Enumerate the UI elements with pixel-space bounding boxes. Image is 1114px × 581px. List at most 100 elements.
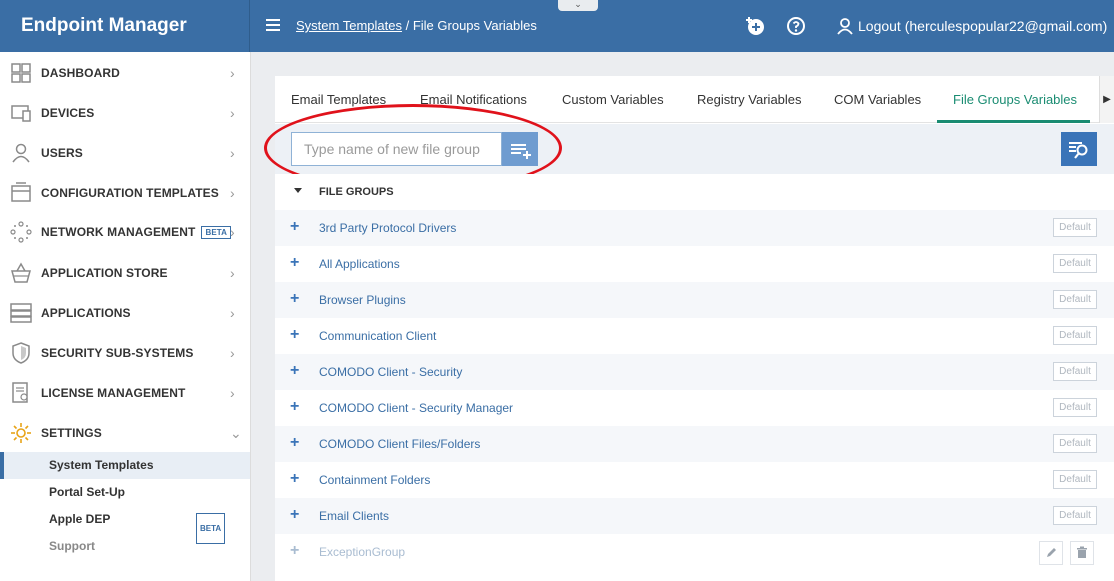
delete-button[interactable] [1070,541,1094,565]
table-row[interactable]: + COMODO Client Files/Folders Default [275,426,1114,462]
sidebar-item-label: SECURITY SUB-SYSTEMS [41,346,194,360]
tab-scroll-right-icon[interactable]: ▶ [1099,76,1114,123]
pencil-icon [1047,548,1056,557]
menu-toggle-icon[interactable] [266,19,280,31]
expand-plus-icon[interactable]: + [290,291,299,307]
table-row[interactable]: + Email Clients Default [275,498,1114,534]
chevron-right-icon: › [230,385,235,401]
file-group-name[interactable]: 3rd Party Protocol Drivers [319,221,456,235]
sidebar-item-applications[interactable]: APPLICATIONS › [0,293,250,333]
file-groups-header[interactable]: FILE GROUPS [275,174,1114,210]
sidebar-subitem-apple-dep[interactable]: Apple DEP BETA [0,506,250,544]
sidebar-item-network-management[interactable]: NETWORK MANAGEMENT BETA › [0,212,250,252]
tab-registry-variables[interactable]: Registry Variables [697,92,802,107]
sidebar-item-label: USERS [41,146,83,160]
network-icon [10,221,32,243]
sidebar-item-license-management[interactable]: LICENSE MANAGEMENT › [0,373,250,413]
license-icon [12,382,28,403]
expand-plus-icon[interactable]: + [290,471,299,487]
top-header: Endpoint Manager System Templates / File… [0,0,1114,52]
gear-icon [11,423,31,443]
logout-link[interactable]: Logout (herculespopular22@gmail.com) [836,17,1107,35]
sidebar-item-users[interactable]: USERS › [0,133,250,173]
file-group-name[interactable]: ExceptionGroup [319,545,405,559]
expand-plus-icon[interactable]: + [290,219,299,235]
applications-icon [10,303,32,323]
default-badge: Default [1053,506,1097,525]
file-group-name[interactable]: Containment Folders [319,473,430,487]
default-badge: Default [1053,326,1097,345]
tab-file-groups-variables[interactable]: File Groups Variables [953,92,1077,107]
expand-plus-icon[interactable]: + [290,255,299,271]
expand-plus-icon[interactable]: + [290,363,299,379]
breadcrumb: System Templates / File Groups Variables [296,18,537,33]
file-group-name[interactable]: COMODO Client - Security Manager [319,401,513,415]
chevron-right-icon: › [230,224,235,240]
user-icon [837,18,853,35]
search-list-icon [1069,142,1088,159]
logout-label: Logout (herculespopular22@gmail.com) [858,18,1108,34]
table-row[interactable]: + ExceptionGroup [275,534,1114,570]
tab-com-variables[interactable]: COM Variables [834,92,921,107]
sidebar-item-label: DASHBOARD [41,66,120,80]
default-badge: Default [1053,290,1097,309]
default-badge: Default [1053,398,1097,417]
active-tab-indicator [937,120,1090,123]
user-icon [12,143,30,163]
table-row[interactable]: + All Applications Default [275,246,1114,282]
dashboard-icon [11,63,31,83]
sidebar-subitem-support[interactable]: Support [0,533,250,560]
edit-button[interactable] [1039,541,1063,565]
table-row[interactable]: + Containment Folders Default [275,462,1114,498]
file-groups-title: FILE GROUPS [319,186,394,198]
expand-plus-icon[interactable]: + [290,507,299,523]
file-group-name[interactable]: Email Clients [319,509,389,523]
expand-plus-icon[interactable]: + [290,435,299,451]
sidebar-subitem-system-templates[interactable]: System Templates [0,452,250,479]
table-row[interactable]: + Browser Plugins Default [275,282,1114,318]
file-group-name[interactable]: Communication Client [319,329,436,343]
help-icon[interactable] [785,15,807,37]
brand-title[interactable]: Endpoint Manager [0,0,250,52]
file-group-name[interactable]: COMODO Client - Security [319,365,462,379]
expand-plus-icon[interactable]: + [290,399,299,415]
file-group-name[interactable]: COMODO Client Files/Folders [319,437,480,451]
chevron-right-icon: › [230,185,235,201]
sidebar-item-security-sub-systems[interactable]: SECURITY SUB-SYSTEMS › [0,333,250,373]
chevron-right-icon: › [230,105,235,121]
sidebar-item-devices[interactable]: DEVICES › [0,93,250,133]
chevron-right-icon: › [230,65,235,81]
shield-icon [12,342,30,364]
breadcrumb-link-system-templates[interactable]: System Templates [296,18,402,33]
file-group-name[interactable]: All Applications [319,257,400,271]
sidebar-item-label: DEVICES [41,106,95,120]
sidebar-item-configuration-templates[interactable]: CONFIGURATION TEMPLATES › [0,173,250,213]
chevron-right-icon: › [230,345,235,361]
table-row[interactable]: + 3rd Party Protocol Drivers Default [275,210,1114,246]
table-row[interactable]: + COMODO Client - Security Default [275,354,1114,390]
sidebar-item-label: SETTINGS [41,426,102,440]
default-badge: Default [1053,470,1097,489]
chevron-right-icon: › [230,305,235,321]
tab-custom-variables[interactable]: Custom Variables [562,92,664,107]
table-row[interactable]: + Communication Client Default [275,318,1114,354]
table-row[interactable]: + COMODO Client - Security Manager Defau… [275,390,1114,426]
sidebar-item-label: APPLICATIONS [41,306,131,320]
sidebar-subitem-label: Apple DEP [49,512,111,526]
sidebar-item-settings[interactable]: SETTINGS ⌄ [0,413,250,453]
sidebar-item-application-store[interactable]: APPLICATION STORE › [0,253,250,293]
sidebar-subitem-portal-setup[interactable]: Portal Set-Up [0,479,250,506]
sidebar-item-label: LICENSE MANAGEMENT [41,386,186,400]
sidebar-item-dashboard[interactable]: DASHBOARD › [0,53,250,93]
expand-plus-icon[interactable]: + [290,327,299,343]
default-badge: Default [1053,254,1097,273]
breadcrumb-separator: / [405,18,410,33]
add-circle-icon[interactable] [744,15,766,37]
header-collapse-toggle[interactable]: ⌄ [558,0,598,11]
expand-plus-icon[interactable]: + [290,543,299,559]
default-badge: Default [1053,218,1097,237]
store-basket-icon [11,262,31,283]
search-button[interactable] [1061,132,1097,166]
sidebar-item-label: NETWORK MANAGEMENT BETA [41,225,232,240]
file-group-name[interactable]: Browser Plugins [319,293,406,307]
